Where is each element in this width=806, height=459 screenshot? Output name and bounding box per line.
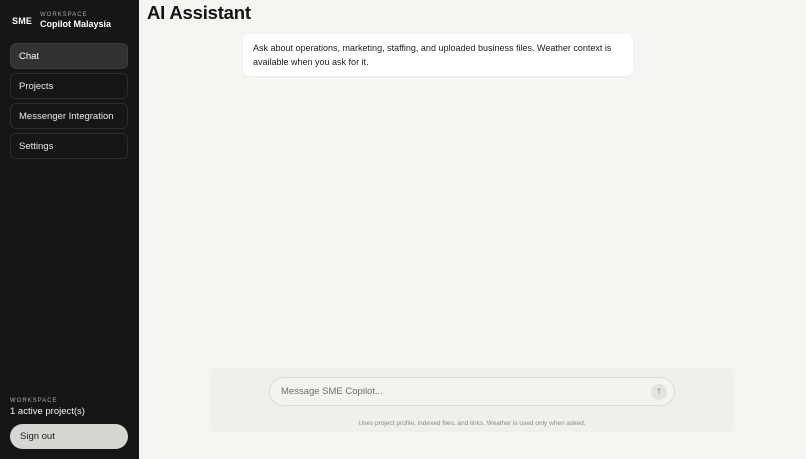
- workspace-summary: WORKSPACE 1 active project(s): [10, 398, 85, 417]
- message-input-wrapper: ↑: [269, 377, 675, 406]
- nav-item-label: Messenger Integration: [19, 110, 114, 122]
- sidebar: SME WORKSPACE Copilot Malaysia Chat Proj…: [0, 0, 139, 459]
- main-panel: AI Assistant Ask about operations, marke…: [139, 0, 806, 459]
- nav-item-label: Chat: [19, 50, 40, 62]
- nav-item-label: Settings: [19, 140, 54, 152]
- nav-item-chat[interactable]: Chat: [10, 43, 128, 69]
- sign-out-button[interactable]: Sign out: [10, 424, 128, 449]
- nav-item-projects[interactable]: Projects: [10, 73, 128, 99]
- brand-text: WORKSPACE Copilot Malaysia: [40, 12, 111, 29]
- active-projects-count: 1 active project(s): [10, 406, 85, 417]
- arrow-up-icon: ↑: [655, 387, 663, 396]
- nav-item-settings[interactable]: Settings: [10, 133, 128, 159]
- brand-kicker: WORKSPACE: [40, 12, 88, 18]
- brand-logo: SME: [12, 15, 33, 26]
- brand: SME WORKSPACE Copilot Malaysia: [12, 12, 111, 29]
- workspace-kicker: WORKSPACE: [10, 398, 58, 404]
- send-button[interactable]: ↑: [651, 383, 667, 400]
- composer: ↑ Uses project profile, indexed files, a…: [211, 368, 733, 432]
- brand-name: Copilot Malaysia: [40, 19, 112, 29]
- page-title: AI Assistant: [147, 2, 251, 23]
- assistant-message: Ask about operations, marketing, staffin…: [243, 34, 633, 76]
- nav-item-messenger-integration[interactable]: Messenger Integration: [10, 103, 128, 129]
- composer-hint: Uses project profile, indexed files, and…: [358, 420, 586, 427]
- sidebar-nav: Chat Projects Messenger Integration Sett…: [10, 43, 128, 163]
- nav-item-label: Projects: [19, 80, 54, 92]
- message-input[interactable]: [270, 386, 651, 397]
